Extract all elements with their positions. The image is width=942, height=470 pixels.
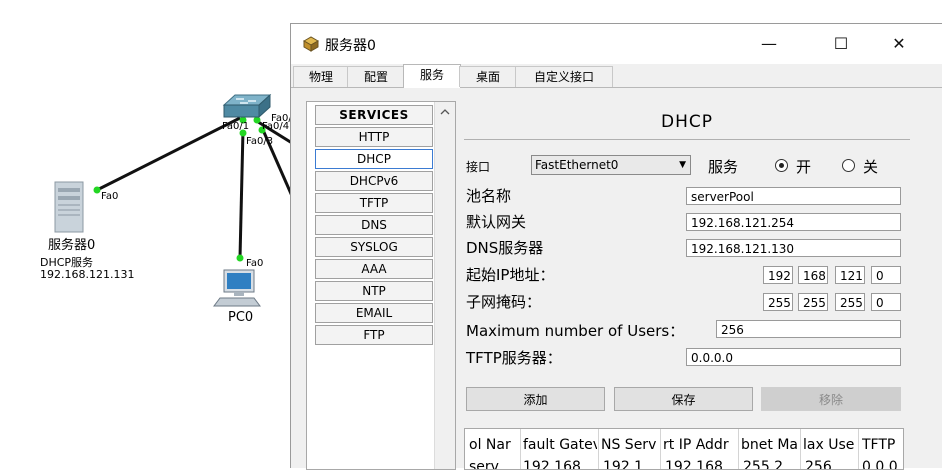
title-divider [464, 139, 910, 140]
column-divider [660, 429, 661, 469]
dhcp-title: DHCP [661, 112, 713, 132]
packet-tracer-icon [302, 36, 320, 52]
table-header-mask[interactable]: bnet Ma [741, 437, 799, 455]
column-divider [858, 429, 859, 469]
service-label: 服务 [708, 158, 739, 176]
column-divider [800, 429, 801, 469]
service-item-ftp[interactable]: FTP [315, 325, 433, 345]
table-cell[interactable]: 0.0.0.0 [862, 459, 902, 469]
port-label-switch-fa01: Fa0/1 [222, 121, 250, 132]
services-header: SERVICES [315, 105, 433, 125]
table-header-pool-name[interactable]: ol Nar [469, 437, 519, 455]
table-cell[interactable]: 192.168 [523, 459, 597, 469]
max-users-label: Maximum number of Users： [466, 322, 685, 340]
title-bar[interactable]: 服务器0 — ☐ ✕ [291, 24, 942, 64]
table-header-dns[interactable]: NS Serv [601, 437, 659, 455]
service-item-dns[interactable]: DNS [315, 215, 433, 235]
interface-label: 接口 [466, 160, 491, 174]
interface-select-value: FastEthernet0 [535, 158, 619, 172]
tftp-label: TFTP服务器： [466, 349, 562, 367]
service-item-tftp[interactable]: TFTP [315, 193, 433, 213]
mask-octet-1[interactable]: 255 [763, 293, 793, 311]
pool-name-field[interactable]: serverPool [686, 187, 901, 205]
column-divider [598, 429, 599, 469]
chevron-up-icon[interactable] [440, 108, 450, 115]
pc-label: PC0 [228, 310, 254, 325]
service-item-http[interactable]: HTTP [315, 127, 433, 147]
service-on-radio[interactable] [775, 159, 788, 172]
pool-table[interactable]: ol Nar fault Gatev NS Serv rt IP Addr bn… [464, 428, 904, 470]
maximize-button[interactable]: ☐ [821, 32, 861, 56]
port-label-server-fa0: Fa0 [101, 191, 119, 202]
dns-label: DNS服务器 [466, 239, 544, 257]
table-header-start-ip[interactable]: rt IP Addr [663, 437, 737, 455]
tab-services[interactable]: 服务 [403, 64, 461, 88]
service-item-aaa[interactable]: AAA [315, 259, 433, 279]
mask-octet-3[interactable]: 255 [835, 293, 865, 311]
add-button[interactable]: 添加 [466, 387, 605, 411]
tab-bar: 物理 配置 服务 桌面 自定义接口 [291, 64, 942, 88]
gateway-label: 默认网关 [466, 213, 527, 231]
mask-octet-2[interactable]: 255 [798, 293, 828, 311]
table-cell[interactable]: 256 [805, 459, 857, 469]
remove-button[interactable]: 移除 [761, 387, 901, 411]
table-cell[interactable]: 192.168 [665, 459, 737, 469]
max-users-field[interactable]: 256 [716, 320, 901, 338]
interface-select[interactable]: FastEthernet0 ▼ [531, 155, 691, 175]
pool-name-label: 池名称 [466, 187, 512, 205]
column-divider [738, 429, 739, 469]
services-scrollbar[interactable] [434, 102, 455, 469]
switch-icon[interactable] [222, 93, 272, 119]
dropdown-arrow-icon: ▼ [679, 160, 686, 170]
tftp-field[interactable]: 0.0.0.0 [686, 348, 901, 366]
port-label-switch-fa03: Fa0/3 [246, 136, 274, 147]
services-list[interactable]: SERVICES HTTP DHCP DHCPv6 TFTP DNS SYSLO… [306, 101, 456, 470]
dns-field[interactable]: 192.168.121.130 [686, 239, 901, 257]
start-ip-octet-4[interactable]: 0 [871, 266, 901, 284]
table-cell[interactable]: 192.1 [603, 459, 659, 469]
dhcp-panel: DHCP 接口 FastEthernet0 ▼ 服务 开 关 池名称 serve… [464, 101, 910, 470]
column-divider [520, 429, 521, 469]
mask-octet-4[interactable]: 0 [871, 293, 901, 311]
start-ip-octet-2[interactable]: 168 [798, 266, 828, 284]
service-item-dhcpv6[interactable]: DHCPv6 [315, 171, 433, 191]
server-label: 服务器0 [48, 238, 96, 253]
tab-custom-interface[interactable]: 自定义接口 [515, 66, 613, 87]
service-off-radio[interactable] [842, 159, 855, 172]
start-ip-label: 起始IP地址： [466, 266, 555, 284]
server-config-window: 服务器0 — ☐ ✕ 物理 配置 服务 桌面 自定义接口 SERVICES HT… [290, 23, 942, 470]
mask-label: 子网掩码： [466, 293, 542, 311]
window-title: 服务器0 [325, 38, 376, 54]
service-on-label: 开 [796, 158, 812, 176]
tab-content: SERVICES HTTP DHCP DHCPv6 TFTP DNS SYSLO… [299, 94, 942, 470]
minimize-button[interactable]: — [749, 32, 789, 56]
table-header-gateway[interactable]: fault Gatev [523, 437, 597, 455]
start-ip-octet-3[interactable]: 121 [835, 266, 865, 284]
service-item-email[interactable]: EMAIL [315, 303, 433, 323]
port-label-switch-fa04: Fa0/4 [262, 121, 290, 132]
close-button[interactable]: ✕ [879, 32, 919, 56]
tab-desktop[interactable]: 桌面 [459, 66, 517, 87]
table-cell[interactable]: serv [469, 459, 519, 469]
service-off-label: 关 [863, 158, 879, 176]
port-label-pc-fa0: Fa0 [246, 258, 264, 269]
tab-physical[interactable]: 物理 [293, 66, 349, 87]
service-item-syslog[interactable]: SYSLOG [315, 237, 433, 257]
service-item-dhcp[interactable]: DHCP [315, 149, 433, 169]
service-item-ntp[interactable]: NTP [315, 281, 433, 301]
pc-icon[interactable] [213, 269, 261, 307]
table-cell[interactable]: 255.2 [743, 459, 799, 469]
tab-config[interactable]: 配置 [347, 66, 405, 87]
start-ip-octet-1[interactable]: 192 [763, 266, 793, 284]
table-header-max-users[interactable]: lax Use [803, 437, 857, 455]
server-icon[interactable] [54, 181, 84, 233]
server-note-ip: 192.168.121.131 [40, 268, 135, 281]
table-header-tftp[interactable]: TFTP [862, 437, 902, 455]
save-button[interactable]: 保存 [614, 387, 753, 411]
gateway-field[interactable]: 192.168.121.254 [686, 213, 901, 231]
